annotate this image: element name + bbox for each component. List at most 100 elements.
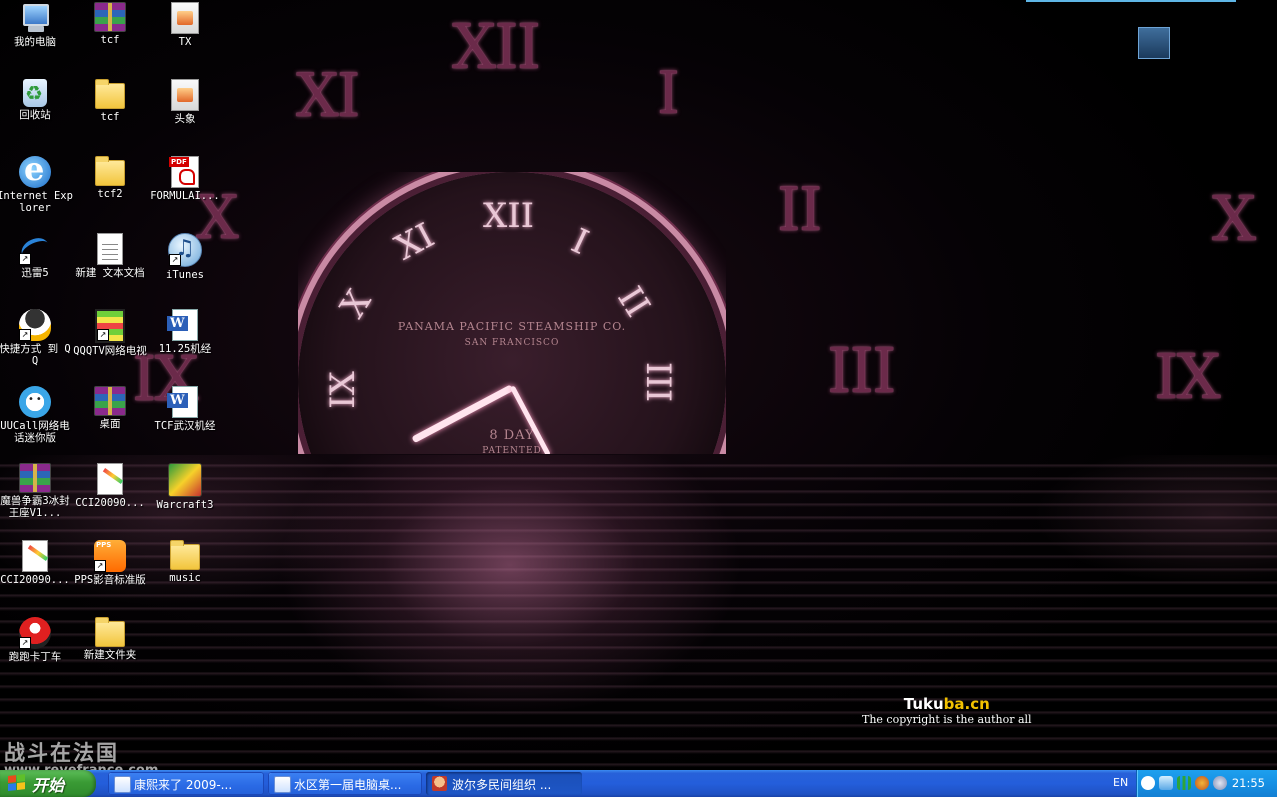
desktop-icon[interactable]: 新建 文本文档 [72,233,148,279]
desktop-icon[interactable]: music [147,540,223,584]
wallpaper-numeral-xii: XII [452,10,541,83]
top-edge-window-strip [1026,0,1236,2]
desktop-icon-label: PPS影音标准版 [74,574,146,586]
desktop[interactable]: XII XI I II X X III IX IX XII I II III I… [0,0,1277,797]
clock-day-label: 8 DAY [489,428,535,443]
wallpaper-numeral-iii: III [827,334,896,407]
browser-page-icon [114,776,131,793]
folder-icon [170,540,200,570]
desktop-icon[interactable]: 头象 [147,79,223,125]
start-button[interactable]: 开始 [0,770,96,797]
desktop-icon[interactable]: 回收站 [0,79,73,121]
recycle-bin-icon [23,79,47,107]
archive-icon [94,2,126,32]
desktop-icon-label: 头象 [174,113,196,125]
desktop-icon-label: music [169,572,201,584]
desktop-icon[interactable]: tcf [72,2,148,46]
shortcut-arrow-icon: ↗ [19,329,31,341]
network-icon[interactable] [1159,776,1173,790]
word-document-icon [167,386,198,418]
desktop-icon[interactable]: CCI20090... [72,463,148,509]
desktop-icon[interactable]: Internet Explorer [0,150,73,214]
watermark-brand-part1: Tuku [903,695,944,713]
language-indicator[interactable]: EN [1113,776,1128,789]
internet-explorer-icon [19,150,51,188]
image-file-icon [97,463,123,495]
desktop-icon[interactable]: tcf [72,79,148,123]
desktop-icon-label: TX [178,36,192,48]
taskbar-button-shuiqu[interactable]: 水区第一届电脑桌... [268,772,422,795]
taskbar-clock[interactable]: 21:55 [1232,776,1265,790]
desktop-icon[interactable]: 新建文件夹 [72,617,148,661]
watermark-copyright: The copyright is the author all [862,713,1032,726]
clock-numeral: I [565,221,595,263]
clock-numeral: XI [388,215,441,269]
tray-expand-chevron-icon[interactable] [1141,776,1155,790]
watermark-brand-part2: ba.cn [943,695,990,713]
desktop-icon[interactable]: ↗ QQQTV网络电视 [72,309,148,357]
desktop-icon-label: iTunes [166,269,204,281]
desktop-icon-label: tcf2 [97,188,123,200]
signal-bars-icon[interactable] [1177,776,1191,790]
desktop-icon-label: FORMULAI... [150,190,220,202]
computer-icon [19,2,51,34]
taskbar-button-bordeaux[interactable]: 波尔多民间组织 ... [426,772,582,795]
text-document-icon [97,233,123,265]
wallpaper-numeral-ii: II [777,175,822,245]
shortcut-arrow-icon: ↗ [169,254,181,266]
desktop-icon-label: 魔兽争霸3冰封王座V1... [0,495,70,519]
taskbar-button-label: 康熙来了 2009-... [134,778,233,792]
desktop-icon-label: CCI20090... [0,574,70,586]
warcraft-icon [168,463,202,497]
desktop-icon[interactable]: 11.25机经 [147,309,223,355]
desktop-icon[interactable]: ↗ 快捷方式 到 QQ [0,309,73,367]
start-button-label: 开始 [32,776,65,795]
wallpaper-numeral-ix-right: IX [1154,340,1221,413]
pdf-icon [169,156,199,188]
desktop-icon[interactable]: ↗ 跑跑卡丁车 [0,617,73,663]
site-watermark-chinese: 战斗在法国 [4,741,119,765]
desktop-icon[interactable]: 桌面 [72,386,148,430]
windows-logo-icon [8,774,26,792]
messenger-icon[interactable] [1195,776,1209,790]
system-tray: 21:55 [1136,770,1277,797]
desktop-icon[interactable]: UUCall网络电话迷你版 [0,386,73,444]
itunes-icon: ↗ [168,233,202,267]
desktop-icon[interactable]: tcf2 [72,156,148,200]
clock-numeral: XII [483,196,535,236]
watermark-brand: Tukuba.cn [862,695,1032,713]
qq-penguin-icon: ↗ [19,309,51,341]
uucall-icon [19,386,51,418]
desktop-icon-label: tcf [100,34,120,46]
desktop-icon[interactable]: ↗ 迅雷5 [0,233,73,279]
shortcut-arrow-icon: ↗ [94,560,106,572]
desktop-icon[interactable]: ↗ PPS影音标准版 [72,540,148,586]
desktop-icon-label: UUCall网络电话迷你版 [0,420,70,444]
taskbar-button-kangxi[interactable]: 康熙来了 2009-... [108,772,264,795]
desktop-icon[interactable]: Warcraft3 [147,463,223,511]
desktop-icon-label: tcf [100,111,120,123]
desktop-icon-label: 我的电脑 [14,36,56,48]
desktop-icon-label: 新建文件夹 [83,649,137,661]
shortcut-arrow-icon: ↗ [97,329,109,341]
desktop-icon[interactable]: CCI20090... [0,540,73,586]
desktop-icon[interactable]: TX [147,2,223,48]
desktop-icon[interactable]: FORMULAI... [147,156,223,202]
desktop-icon-label: Warcraft3 [156,499,214,511]
notification-app-icon[interactable] [1138,27,1170,59]
desktop-icon-label: 桌面 [99,418,121,430]
desktop-icon-label: 11.25机经 [158,343,212,355]
clock-numeral: III [638,361,679,403]
desktop-icon[interactable]: 魔兽争霸3冰封王座V1... [0,463,73,519]
taskbar-button-label: 波尔多民间组织 ... [452,778,552,792]
clock-maker-city: SAN FRANCISCO [464,338,560,348]
desktop-icon-label: 新建 文本文档 [75,267,145,279]
clock-numeral: X [332,283,380,325]
speaker-icon[interactable] [1213,776,1227,790]
clock-numeral: II [609,280,658,324]
desktop-icon[interactable]: ↗ iTunes [147,233,223,281]
desktop-icon[interactable]: TCF武汉机经 [147,386,223,432]
desktop-icon-label: 回收站 [19,109,51,121]
wallpaper-numeral-i: I [657,59,680,127]
desktop-icon[interactable]: 我的电脑 [0,2,73,48]
